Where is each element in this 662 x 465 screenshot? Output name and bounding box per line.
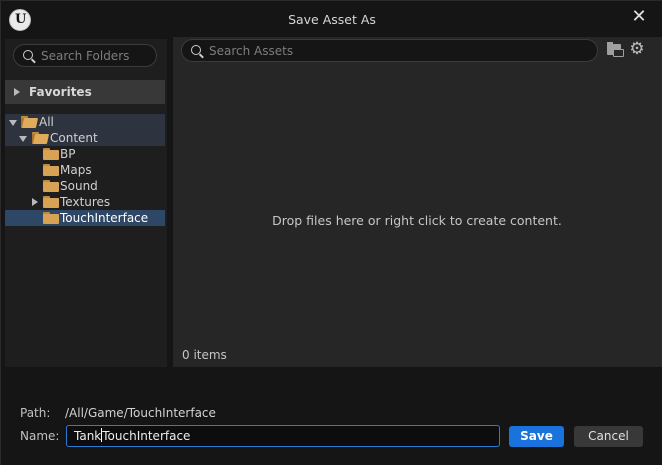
cancel-button[interactable]: Cancel: [574, 426, 643, 447]
dialog-title: Save Asset As: [288, 12, 376, 27]
folder-open-icon: [21, 116, 37, 128]
folder-open-icon: [32, 132, 48, 144]
close-icon[interactable]: ✕: [627, 7, 651, 31]
name-text-before-caret: Tank: [74, 429, 102, 443]
tree-item-sound[interactable]: Sound: [5, 178, 165, 194]
expand-arrow-icon[interactable]: [14, 88, 20, 96]
search-folders-placeholder: Search Folders: [41, 49, 130, 63]
expand-arrow-icon[interactable]: [32, 198, 38, 206]
gear-icon[interactable]: ⚙: [627, 41, 647, 59]
title-bar[interactable]: Save Asset As ✕: [1, 1, 662, 37]
tree-item-label: BP: [60, 147, 76, 161]
tree-item-touchinterface[interactable]: TouchInterface: [5, 210, 165, 226]
tree-item-all[interactable]: All: [5, 114, 165, 130]
search-icon: [191, 45, 201, 55]
tree-item-label: All: [39, 115, 54, 129]
collapse-arrow-icon[interactable]: [9, 120, 17, 126]
favorites-label: Favorites: [29, 85, 92, 99]
folder-tree: All Content BP Maps Sound Textures Touch…: [5, 110, 165, 365]
path-value: /All/Game/TouchInterface: [65, 406, 216, 420]
search-assets-input[interactable]: Search Assets: [181, 39, 598, 62]
search-assets-placeholder: Search Assets: [209, 44, 294, 58]
tree-item-textures[interactable]: Textures: [5, 194, 165, 210]
favorites-header[interactable]: Favorites: [5, 80, 165, 104]
folder-icon: [43, 196, 59, 208]
tree-item-bp[interactable]: BP: [5, 146, 165, 162]
asset-name-input[interactable]: TankTouchInterface: [66, 425, 500, 447]
folder-icon: [43, 180, 59, 192]
folder-icon: [43, 148, 59, 160]
tree-item-label: Content: [50, 131, 98, 145]
folder-pane: Search Folders Favorites All Content BP: [5, 39, 167, 367]
folder-icon: [43, 164, 59, 176]
collapse-arrow-icon[interactable]: [19, 136, 27, 142]
tree-item-label: TouchInterface: [60, 211, 149, 225]
tree-item-label: Maps: [60, 163, 92, 177]
tree-item-label: Textures: [60, 195, 111, 209]
save-footer: Path: /All/Game/TouchInterface Name: Tan…: [1, 367, 662, 465]
empty-content-message: Drop files here or right click to create…: [272, 213, 562, 228]
search-icon: [23, 50, 33, 60]
item-count: 0 items: [182, 348, 227, 362]
save-asset-dialog: Save Asset As ✕ Search Folders Favorites…: [0, 0, 662, 465]
name-label: Name:: [20, 429, 60, 443]
tree-item-label: Sound: [60, 179, 98, 193]
tree-item-maps[interactable]: Maps: [5, 162, 165, 178]
path-label: Path:: [20, 406, 51, 420]
folder-icon: [43, 212, 59, 224]
tree-item-content[interactable]: Content: [5, 130, 165, 146]
save-button[interactable]: Save: [509, 426, 564, 447]
search-folders-input[interactable]: Search Folders: [13, 44, 157, 67]
asset-view[interactable]: Search Assets ⚙ Drop files here or right…: [173, 37, 661, 367]
folder-view-icon[interactable]: [605, 41, 625, 59]
name-text-after-caret: TouchInterface: [102, 429, 191, 443]
